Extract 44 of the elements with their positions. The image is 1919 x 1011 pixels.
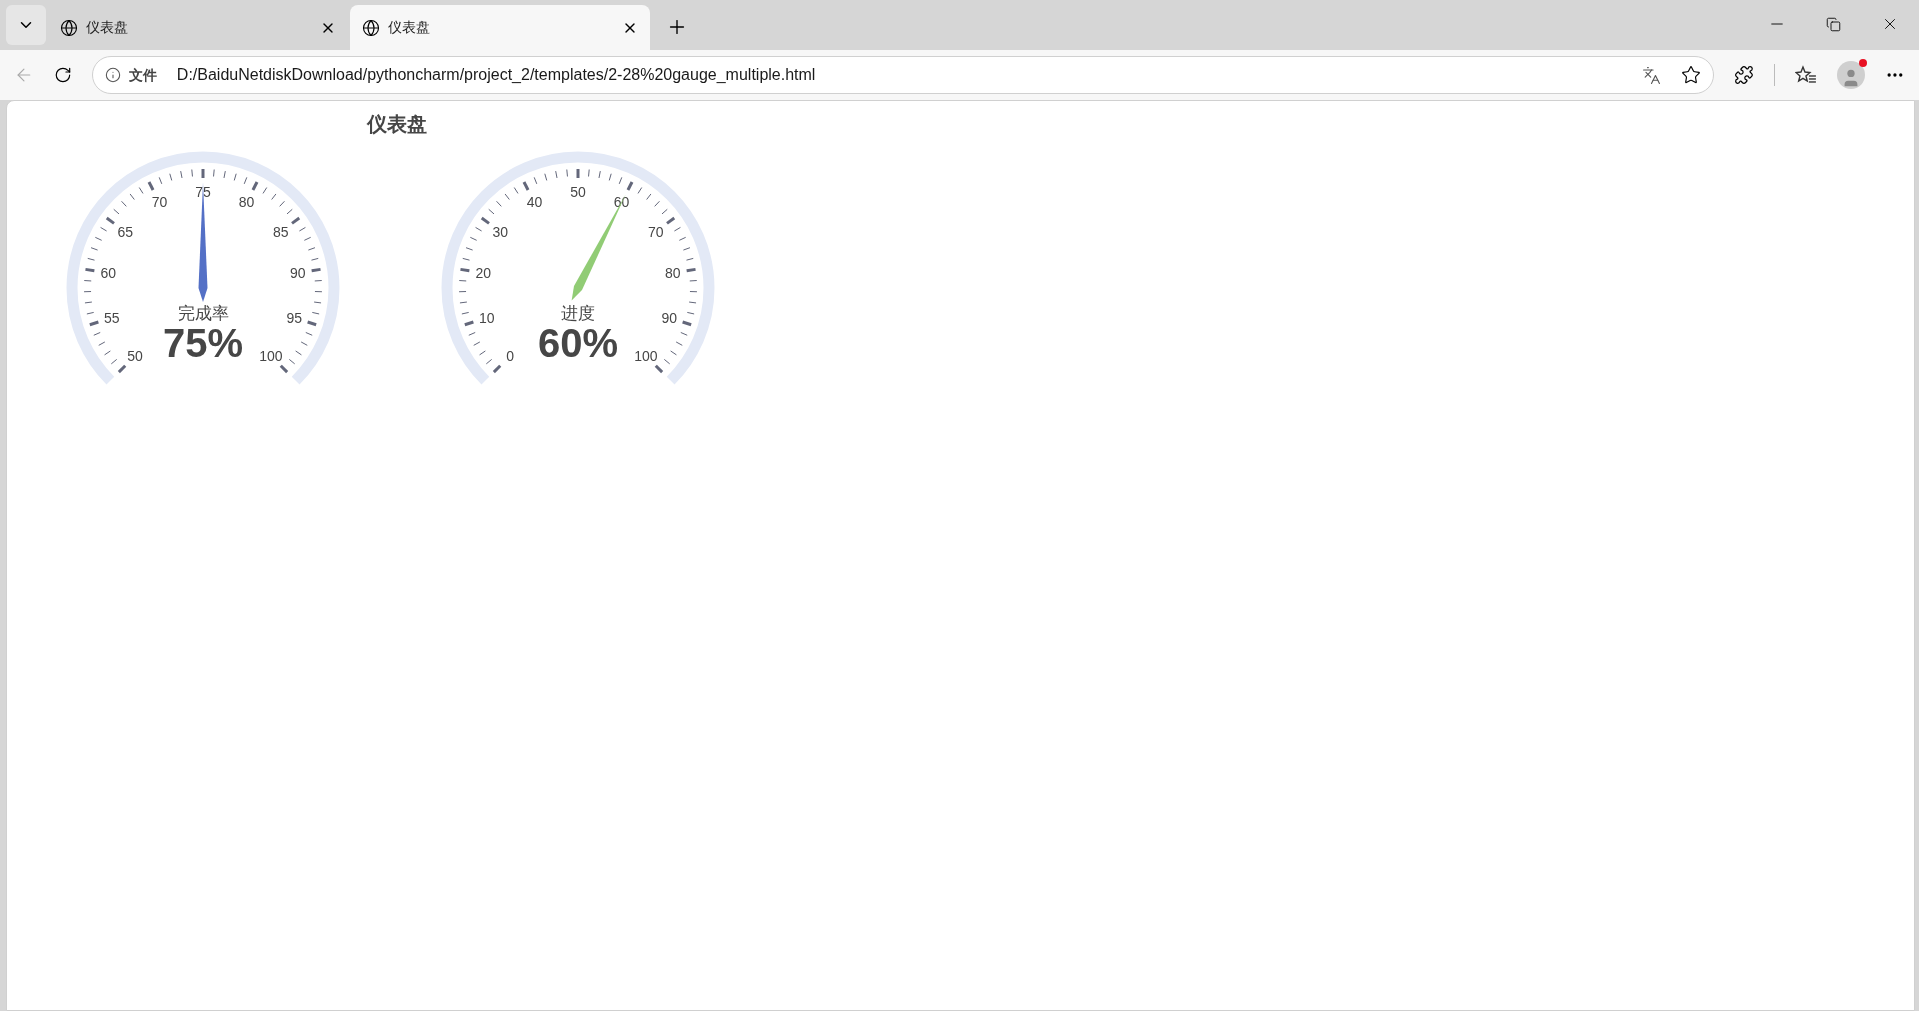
axis-label: 70: [647, 223, 664, 240]
gauge-name: 完成率: [177, 304, 229, 323]
favorites-icon[interactable]: [1795, 65, 1818, 85]
star-icon[interactable]: [1681, 65, 1702, 85]
axis-label: 90: [290, 265, 306, 281]
axis-label: 95: [286, 309, 303, 326]
page-title: 仪表盘: [367, 113, 427, 135]
axis-label: 85: [272, 223, 289, 240]
restore-icon[interactable]: [1826, 16, 1841, 32]
tab-title: 仪表盘: [388, 18, 431, 37]
axis-label: 80: [665, 265, 681, 281]
info-icon[interactable]: [104, 67, 121, 83]
axis-label: 55: [103, 309, 120, 326]
tab-title: 仪表盘: [86, 18, 129, 37]
axis-label: 75: [195, 184, 211, 200]
globe-icon: [60, 18, 78, 37]
globe-icon: [362, 18, 380, 37]
extensions-icon[interactable]: [1734, 65, 1755, 85]
address-bar[interactable]: 文件 D:/BaiduNetdiskDownload/pythoncharm/project_2/templates/2-28%20gauge_multiple.html: [91, 56, 1715, 94]
url-text: D:/BaiduNetdiskDownload/pythoncharm/project_2/templates/2-28%20gauge_multiple.html: [176, 65, 817, 85]
browser-tab[interactable]: 仪表盘: [48, 5, 348, 50]
reload-icon[interactable]: [53, 66, 72, 84]
axis-label: 65: [117, 223, 134, 240]
axis-label: 50: [570, 184, 586, 200]
axis-label: 100: [259, 347, 283, 364]
axis-label: 60: [613, 194, 630, 211]
scheme-label: 文件: [128, 65, 157, 85]
profile-avatar[interactable]: [1837, 61, 1866, 89]
axis-label: 20: [475, 265, 491, 281]
axis-label: 0: [506, 347, 514, 364]
axis-label: 60: [100, 265, 116, 281]
axis-label: 100: [634, 347, 658, 364]
gauge-name: 进度: [561, 304, 595, 323]
axis-label: 50: [127, 347, 143, 364]
axis-label: 70: [151, 194, 168, 211]
gauge-value: 75%: [162, 321, 244, 365]
axis-label: 90: [661, 309, 678, 326]
axis-label: 80: [238, 194, 255, 211]
browser-tab[interactable]: 仪表盘: [350, 5, 650, 50]
axis-label: 10: [478, 309, 495, 326]
axis-label: 40: [526, 194, 543, 211]
gauge-value: 60%: [537, 321, 619, 365]
translate-icon[interactable]: [1642, 65, 1662, 85]
axis-label: 30: [492, 223, 509, 240]
